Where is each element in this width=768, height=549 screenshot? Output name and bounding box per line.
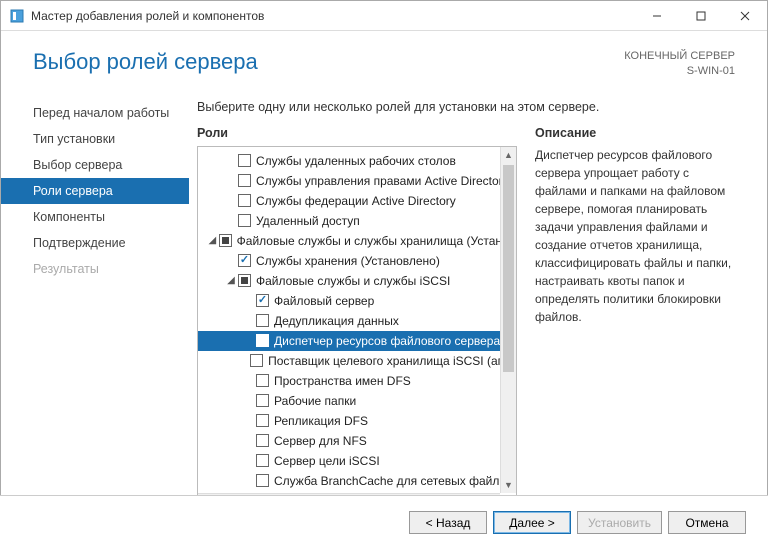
instruction-text: Выберите одну или несколько ролей для ус…: [197, 100, 739, 114]
tree-row[interactable]: Сервер для NFS: [198, 431, 516, 451]
tree-checkbox[interactable]: [250, 354, 263, 367]
tree-label: Рабочие папки: [274, 394, 356, 408]
close-button[interactable]: [723, 1, 767, 31]
tree-label: Сервер цели iSCSI: [274, 454, 380, 468]
nav-step-0[interactable]: Перед началом работы: [1, 100, 189, 126]
tree-row[interactable]: ◢ Файловые службы и службы хранилища (Уст…: [198, 231, 516, 251]
tree-checkbox[interactable]: [238, 174, 251, 187]
tree-checkbox[interactable]: [256, 474, 269, 487]
scroll-down-icon[interactable]: ▼: [501, 477, 516, 493]
vertical-scrollbar[interactable]: ▲ ▼: [500, 147, 516, 493]
tree-label: Удаленный доступ: [256, 214, 360, 228]
cancel-button[interactable]: Отмена: [668, 511, 746, 534]
tree-row[interactable]: Поставщик целевого хранилища iSCSI (аппа…: [198, 351, 516, 371]
tree-label: Поставщик целевого хранилища iSCSI (аппа…: [268, 354, 516, 368]
tree-checkbox[interactable]: [256, 314, 269, 327]
tree-label: Файловые службы и службы iSCSI: [256, 274, 450, 288]
minimize-button[interactable]: [635, 1, 679, 31]
back-button[interactable]: < Назад: [409, 511, 487, 534]
nav-step-6: Результаты: [1, 256, 189, 282]
tree-checkbox[interactable]: [256, 434, 269, 447]
tree-label: Сервер для NFS: [274, 434, 367, 448]
nav-step-1[interactable]: Тип установки: [1, 126, 189, 152]
nav-step-5[interactable]: Подтверждение: [1, 230, 189, 256]
tree-label: Пространства имен DFS: [274, 374, 411, 388]
tree-row[interactable]: Сервер цели iSCSI: [198, 451, 516, 471]
tree-row[interactable]: Службы федерации Active Directory: [198, 191, 516, 211]
target-server-info: КОНЕЧНЫЙ СЕРВЕР S-WIN-01: [624, 49, 735, 80]
target-label: КОНЕЧНЫЙ СЕРВЕР: [624, 49, 735, 64]
tree-label: Репликация DFS: [274, 414, 368, 428]
expander-open-icon[interactable]: ◢: [224, 275, 238, 286]
wizard-footer: < Назад Далее > Установить Отмена: [0, 495, 768, 549]
wizard-nav: Перед началом работыТип установкиВыбор с…: [1, 90, 189, 510]
expander-open-icon[interactable]: ◢: [206, 235, 219, 246]
tree-row[interactable]: Удаленный доступ: [198, 211, 516, 231]
tree-row[interactable]: Репликация DFS: [198, 411, 516, 431]
maximize-button[interactable]: [679, 1, 723, 31]
nav-step-3[interactable]: Роли сервера: [1, 178, 189, 204]
tree-checkbox[interactable]: [238, 194, 251, 207]
tree-checkbox[interactable]: [238, 274, 251, 287]
app-icon: [9, 8, 25, 24]
tree-label: Файловые службы и службы хранилища (Уста…: [237, 234, 516, 248]
scroll-up-icon[interactable]: ▲: [501, 147, 516, 163]
tree-row[interactable]: Служба BranchCache для сетевых файлов: [198, 471, 516, 491]
tree-checkbox[interactable]: [238, 254, 251, 267]
next-button[interactable]: Далее >: [493, 511, 571, 534]
tree-checkbox[interactable]: [256, 414, 269, 427]
description-text: Диспетчер ресурсов файлового сервера упр…: [535, 146, 739, 326]
tree-label: Служба BranchCache для сетевых файлов: [274, 474, 513, 488]
roles-tree[interactable]: Службы удаленных рабочих столов Службы уп…: [197, 146, 517, 510]
tree-checkbox[interactable]: [219, 234, 232, 247]
tree-row[interactable]: Рабочие папки: [198, 391, 516, 411]
tree-row[interactable]: Пространства имен DFS: [198, 371, 516, 391]
tree-label: Службы удаленных рабочих столов: [256, 154, 456, 168]
tree-row[interactable]: Службы управления правами Active Directo…: [198, 171, 516, 191]
tree-checkbox[interactable]: [256, 294, 269, 307]
tree-label: Службы хранения (Установлено): [256, 254, 440, 268]
titlebar: Мастер добавления ролей и компонентов: [1, 1, 767, 31]
tree-label: Файловый сервер: [274, 294, 374, 308]
tree-row[interactable]: Диспетчер ресурсов файлового сервера: [198, 331, 516, 351]
tree-row[interactable]: ◢ Файловые службы и службы iSCSI: [198, 271, 516, 291]
page-header: Выбор ролей сервера КОНЕЧНЫЙ СЕРВЕР S-WI…: [1, 31, 767, 90]
page-title: Выбор ролей сервера: [33, 49, 258, 75]
tree-label: Дедупликация данных: [274, 314, 399, 328]
target-name: S-WIN-01: [624, 64, 735, 79]
tree-label: Диспетчер ресурсов файлового сервера: [274, 334, 500, 348]
scroll-thumb[interactable]: [503, 165, 514, 373]
tree-row[interactable]: Файловый сервер: [198, 291, 516, 311]
tree-label: Службы управления правами Active Directo…: [256, 174, 509, 188]
tree-checkbox[interactable]: [256, 394, 269, 407]
tree-row[interactable]: Службы хранения (Установлено): [198, 251, 516, 271]
tree-checkbox[interactable]: [238, 214, 251, 227]
tree-checkbox[interactable]: [256, 374, 269, 387]
description-heading: Описание: [535, 126, 739, 140]
tree-label: Службы федерации Active Directory: [256, 194, 456, 208]
tree-row[interactable]: Службы удаленных рабочих столов: [198, 151, 516, 171]
tree-checkbox[interactable]: [256, 454, 269, 467]
tree-row[interactable]: Дедупликация данных: [198, 311, 516, 331]
nav-step-2[interactable]: Выбор сервера: [1, 152, 189, 178]
tree-checkbox[interactable]: [238, 154, 251, 167]
nav-step-4[interactable]: Компоненты: [1, 204, 189, 230]
tree-checkbox[interactable]: [256, 334, 269, 347]
window-title: Мастер добавления ролей и компонентов: [31, 9, 635, 23]
roles-heading: Роли: [197, 126, 517, 140]
install-button[interactable]: Установить: [577, 511, 662, 534]
